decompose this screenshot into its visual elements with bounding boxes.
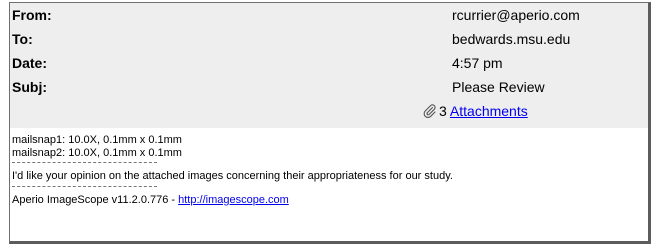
from-label: From: (12, 7, 52, 23)
separator (12, 186, 157, 187)
email-header: From: rcurrier@aperio.com To: bedwards.m… (10, 3, 648, 128)
body-line-message: I'd like your opinion on the attached im… (12, 170, 453, 182)
separator (12, 162, 157, 163)
from-value: rcurrier@aperio.com (452, 7, 580, 23)
date-value: 4:57 pm (452, 55, 503, 71)
body-line-mailsnap1: mailsnap1: 10.0X, 0.1mm x 0.1mm (12, 134, 182, 146)
subj-row: Subj: Please Review (10, 76, 648, 98)
to-label: To: (12, 31, 33, 47)
subj-label: Subj: (12, 79, 47, 95)
attachments-link[interactable]: Attachments (450, 103, 528, 119)
date-row: Date: 4:57 pm (10, 52, 648, 74)
imagescope-link[interactable]: http://imagescope.com (178, 194, 289, 206)
footer-text: Aperio ImageScope v11.2.0.776 - (12, 194, 179, 206)
email-message: From: rcurrier@aperio.com To: bedwards.m… (9, 2, 651, 244)
to-row: To: bedwards.msu.edu (10, 28, 648, 50)
from-row: From: rcurrier@aperio.com (10, 4, 648, 26)
to-value: bedwards.msu.edu (452, 31, 571, 47)
subj-value: Please Review (452, 79, 545, 95)
attachments-row: 3 Attachments (423, 100, 528, 122)
body-line-mailsnap2: mailsnap2: 10.0X, 0.1mm x 0.1mm (12, 147, 182, 159)
attachments-count: 3 (439, 103, 447, 119)
footer-line: Aperio ImageScope v11.2.0.776 - http://i… (12, 194, 289, 207)
date-label: Date: (12, 55, 48, 71)
paperclip-icon (423, 102, 437, 118)
